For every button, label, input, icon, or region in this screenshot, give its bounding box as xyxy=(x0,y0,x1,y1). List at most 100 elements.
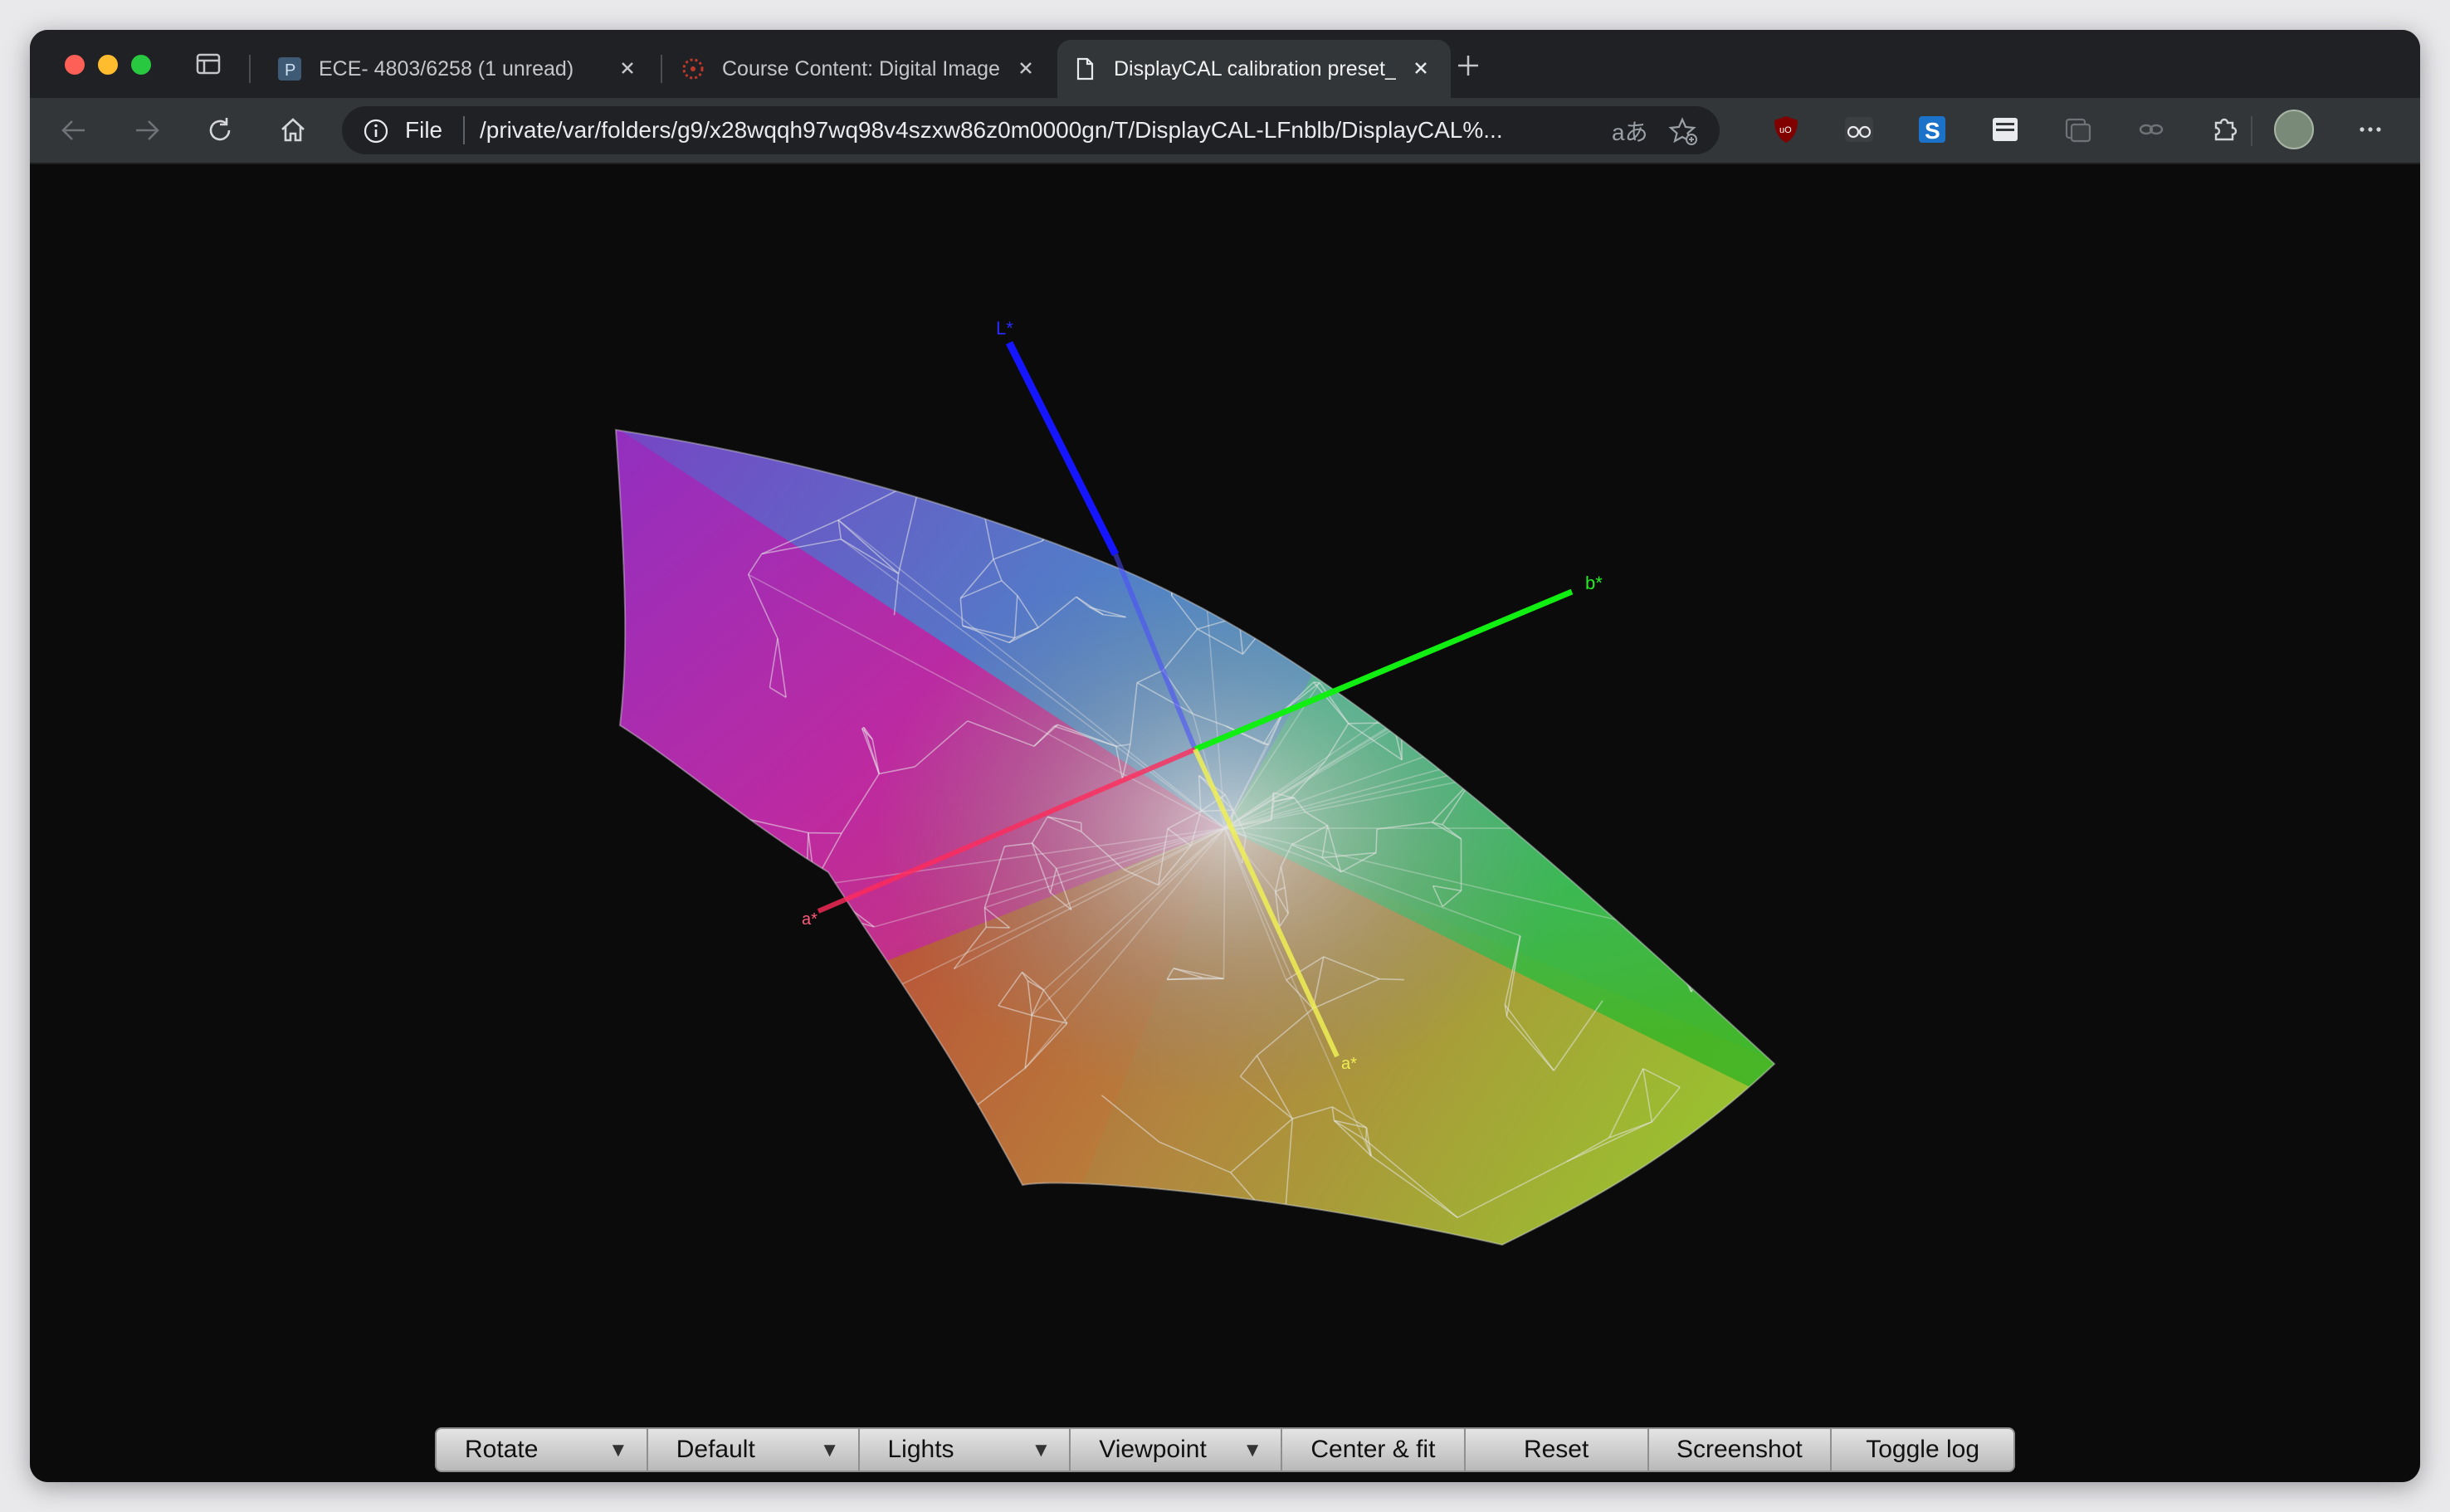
mesh-edge xyxy=(744,1059,818,1112)
tab-title: Course Content: Digital Image xyxy=(722,56,1000,80)
collections-icon[interactable] xyxy=(2062,113,2095,146)
mesh-edge xyxy=(1140,430,1151,440)
control-label: Viewpoint xyxy=(1099,1436,1207,1463)
mesh-edge xyxy=(1734,726,1748,743)
address-bar[interactable]: File /private/var/folders/g9/x28wqqh97wq… xyxy=(342,106,1720,154)
close-window-button[interactable] xyxy=(65,55,85,75)
mesh-edge xyxy=(1664,605,1689,643)
mesh-edge xyxy=(1130,433,1151,440)
back-icon[interactable] xyxy=(56,113,91,148)
mesh-edge xyxy=(1401,675,1469,706)
close-tab-icon[interactable] xyxy=(1013,55,1039,81)
glasses-icon[interactable] xyxy=(1842,113,1876,146)
tab-strip: P ECE- 4803/6258 (1 unread) Course Conte… xyxy=(30,30,2420,98)
mesh-edge xyxy=(1746,685,1756,743)
mesh-edge xyxy=(1563,699,1610,719)
mesh-edge xyxy=(986,926,1010,929)
site-info-icon[interactable] xyxy=(362,117,390,145)
avatar[interactable] xyxy=(2274,110,2314,149)
dropdown-arrow-icon: ▼ xyxy=(1242,1439,1262,1461)
home-icon[interactable] xyxy=(276,113,310,148)
mesh-edge xyxy=(1170,554,1174,596)
mesh-edge xyxy=(1832,789,1847,809)
mesh-edge xyxy=(1379,978,1404,981)
control-label: Toggle log xyxy=(1866,1436,1980,1463)
gamut-viewer[interactable]: L* b* a* a* Rotate ▼ Default ▼ Lights ▼ … xyxy=(30,164,2420,1482)
mesh-edge xyxy=(804,881,816,909)
mesh-edge xyxy=(1644,564,1658,569)
s-extension-icon[interactable]: S xyxy=(1916,113,1949,146)
close-tab-icon[interactable] xyxy=(1408,55,1434,81)
mesh-edge xyxy=(1171,561,1204,568)
mesh-edge xyxy=(1526,690,1531,745)
control-label: Center & fit xyxy=(1310,1436,1436,1463)
mesh-edge xyxy=(1314,450,1384,478)
mesh-edge xyxy=(1734,685,1756,728)
gamut-scene[interactable]: L* b* a* a* xyxy=(30,164,2420,1482)
close-tab-icon[interactable] xyxy=(614,55,641,81)
mesh-edge xyxy=(1813,809,1832,836)
default-dropdown[interactable]: Default ▼ xyxy=(648,1429,860,1471)
mesh-edge xyxy=(908,1124,983,1158)
piazza-icon: P xyxy=(278,57,301,80)
minimize-window-button[interactable] xyxy=(98,55,118,75)
mesh-edge xyxy=(1629,651,1654,676)
tab-actions-icon[interactable] xyxy=(196,53,221,75)
mesh-edge xyxy=(1687,641,1703,656)
reset-button[interactable]: Reset xyxy=(1466,1429,1649,1471)
tab-course-content[interactable]: Course Content: Digital Image xyxy=(666,40,1056,98)
ublock-icon[interactable]: uO xyxy=(1769,113,1803,146)
mesh-edge xyxy=(1813,828,1817,836)
forward-icon[interactable] xyxy=(129,113,164,148)
puzzle-icon[interactable] xyxy=(2208,113,2241,146)
mesh-edge xyxy=(1526,689,1564,700)
link-icon[interactable] xyxy=(2135,113,2168,146)
address-url[interactable]: /private/var/folders/g9/x28wqqh97wq98v4s… xyxy=(480,117,1503,144)
control-label: Reset xyxy=(1523,1436,1589,1463)
axis-label: b* xyxy=(1585,573,1603,593)
mesh-edge xyxy=(1629,605,1667,653)
mesh-edge xyxy=(1684,943,1720,967)
mesh-edge xyxy=(1376,552,1391,617)
mesh-edge xyxy=(1170,554,1174,563)
mesh-edge xyxy=(1686,719,1748,743)
mesh-edge xyxy=(1687,616,1725,643)
mesh-edge xyxy=(1563,699,1621,750)
viewpoint-dropdown[interactable]: Viewpoint ▼ xyxy=(1071,1429,1282,1471)
add-favorite-icon[interactable] xyxy=(1668,116,1700,148)
screenshot-button[interactable]: Screenshot xyxy=(1649,1429,1833,1471)
mesh-edge xyxy=(878,1067,958,1077)
mesh-edge xyxy=(972,1108,980,1139)
more-menu-icon[interactable] xyxy=(2354,113,2387,146)
reader-icon[interactable] xyxy=(1989,113,2022,146)
tab-piazza[interactable]: P ECE- 4803/6258 (1 unread) xyxy=(262,40,657,98)
center-fit-button[interactable]: Center & fit xyxy=(1282,1429,1466,1471)
mesh-edge xyxy=(695,902,708,978)
translate-icon[interactable]: aあ xyxy=(1612,115,1648,148)
axis-label: a* xyxy=(802,910,817,929)
rotate-dropdown[interactable]: Rotate ▼ xyxy=(437,1429,648,1471)
mesh-edge xyxy=(1375,616,1379,659)
tab-displaycal[interactable]: DisplayCAL calibration preset_ xyxy=(1057,40,1451,98)
reload-icon[interactable] xyxy=(203,113,237,148)
maximize-window-button[interactable] xyxy=(131,55,151,75)
mesh-edge xyxy=(877,1067,910,1158)
toggle-log-button[interactable]: Toggle log xyxy=(1832,1429,2013,1471)
gamut-surface xyxy=(616,430,1847,1245)
mesh-edge xyxy=(1608,718,1622,750)
mesh-edge xyxy=(817,1067,879,1112)
mesh-edge xyxy=(1567,749,1622,820)
tab-separator xyxy=(661,55,662,83)
axis-label: L* xyxy=(996,318,1013,339)
mesh-edge xyxy=(1042,504,1075,542)
mesh-edge xyxy=(1521,590,1543,642)
mesh-edge xyxy=(1384,432,1444,452)
axis-l-line xyxy=(1005,340,1120,557)
new-tab-icon[interactable] xyxy=(1454,51,1482,80)
mesh-edge xyxy=(1665,604,1725,618)
lights-dropdown[interactable]: Lights ▼ xyxy=(860,1429,1071,1471)
mesh-edge xyxy=(1073,496,1077,505)
dropdown-arrow-icon: ▼ xyxy=(1031,1439,1052,1461)
mesh-edge xyxy=(1346,432,1444,519)
dropdown-arrow-icon: ▼ xyxy=(819,1439,840,1461)
